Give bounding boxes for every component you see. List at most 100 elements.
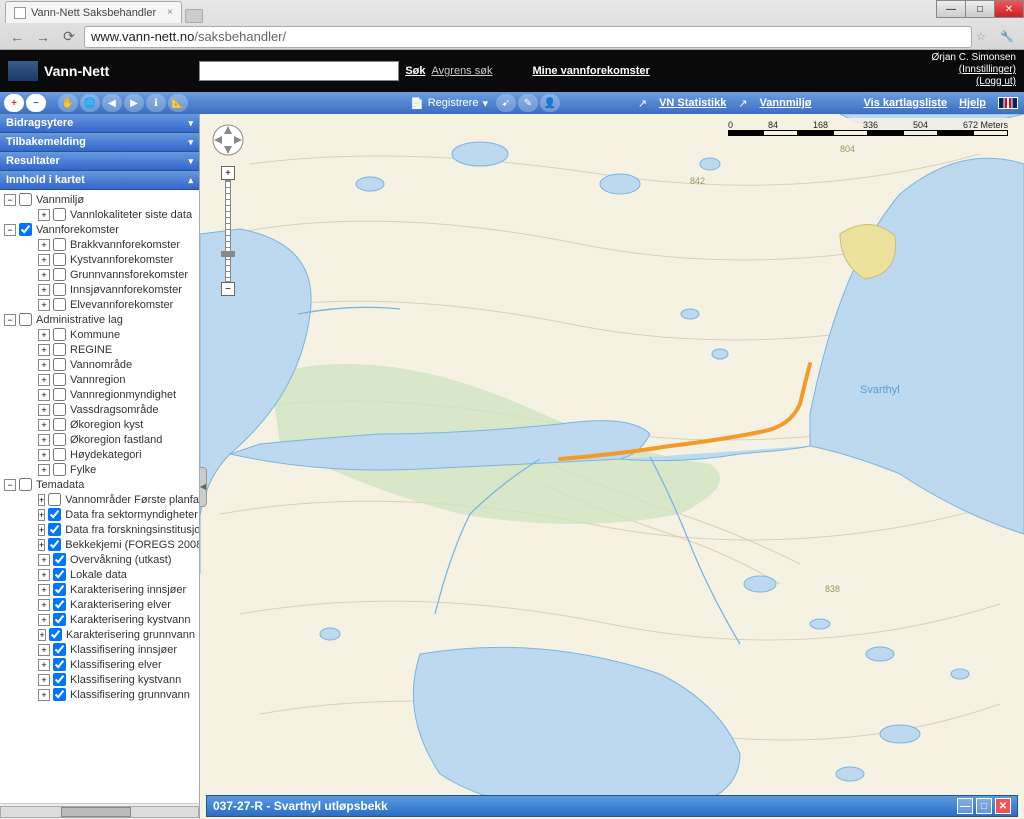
window-minimize[interactable]: —: [936, 0, 966, 18]
mine-vannforekomster-link[interactable]: Mine vannforekomster: [532, 65, 649, 77]
zoom-in-button[interactable]: +: [4, 94, 24, 112]
collapse-icon[interactable]: −: [4, 224, 16, 236]
accordion-resultater[interactable]: Resultater▾: [0, 152, 199, 171]
expand-icon[interactable]: +: [38, 269, 50, 281]
expand-icon[interactable]: +: [38, 689, 50, 701]
expand-icon[interactable]: +: [38, 239, 50, 251]
expand-icon[interactable]: +: [38, 449, 50, 461]
tree-item-vannlokaliteter[interactable]: +Vannlokaliteter siste data: [0, 207, 199, 222]
tree-item-admin[interactable]: −Administrative lag: [0, 312, 199, 327]
tree-item-kommune[interactable]: +Kommune: [0, 327, 199, 342]
layer-checkbox[interactable]: [53, 238, 66, 251]
tree-item-grunn[interactable]: +Grunnvannsforekomster: [0, 267, 199, 282]
expand-icon[interactable]: +: [38, 404, 50, 416]
tree-item-klass-grunnvann[interactable]: +Klassifisering grunnvann: [0, 687, 199, 702]
panel-close[interactable]: ✕: [995, 798, 1011, 814]
tree-item-data-sektor[interactable]: +Data fra sektormyndigheter: [0, 507, 199, 522]
layer-checkbox[interactable]: [53, 328, 66, 341]
layer-checkbox[interactable]: [53, 253, 66, 266]
layer-checkbox[interactable]: [19, 223, 32, 236]
expand-icon[interactable]: +: [38, 509, 45, 521]
new-tab-button[interactable]: [185, 9, 203, 23]
tree-item-lokale[interactable]: +Lokale data: [0, 567, 199, 582]
tree-item-klass-innsjoer[interactable]: +Klassifisering innsjøer: [0, 642, 199, 657]
layer-checkbox[interactable]: [53, 643, 66, 656]
tree-item-innsjo[interactable]: +Innsjøvannforekomster: [0, 282, 199, 297]
layer-checkbox[interactable]: [19, 478, 32, 491]
expand-icon[interactable]: +: [38, 524, 45, 536]
expand-icon[interactable]: +: [38, 344, 50, 356]
url-bar[interactable]: www.vann-nett.no/saksbehandler/: [84, 26, 972, 48]
settings-link[interactable]: (Innstillinger): [932, 64, 1016, 76]
layer-checkbox[interactable]: [53, 613, 66, 626]
layer-checkbox[interactable]: [53, 688, 66, 701]
vannmiljo-link[interactable]: Vannmiljø: [760, 97, 812, 109]
expand-icon[interactable]: +: [38, 434, 50, 446]
tree-item-klass-elver[interactable]: +Klassifisering elver: [0, 657, 199, 672]
expand-icon[interactable]: +: [38, 419, 50, 431]
layer-checkbox[interactable]: [53, 403, 66, 416]
accordion-innhold[interactable]: Innhold i kartet▴: [0, 171, 199, 190]
expand-icon[interactable]: +: [38, 464, 50, 476]
expand-icon[interactable]: +: [38, 569, 50, 581]
expand-icon[interactable]: +: [38, 359, 50, 371]
layer-checkbox[interactable]: [53, 283, 66, 296]
accordion-tilbakemelding[interactable]: Tilbakemelding▾: [0, 133, 199, 152]
expand-icon[interactable]: +: [38, 659, 50, 671]
expand-icon[interactable]: +: [38, 614, 50, 626]
expand-icon[interactable]: +: [38, 494, 45, 506]
pan-compass[interactable]: [212, 124, 244, 156]
add-user-button[interactable]: 👤: [540, 94, 560, 112]
search-button[interactable]: Søk: [405, 65, 425, 77]
bookmark-icon[interactable]: ☆: [976, 30, 992, 43]
expand-icon[interactable]: +: [38, 209, 50, 221]
settings-icon[interactable]: 🔧: [996, 26, 1018, 48]
collapse-icon[interactable]: −: [4, 194, 16, 206]
layer-checkbox[interactable]: [48, 538, 61, 551]
search-input[interactable]: [199, 61, 399, 81]
tree-item-elve[interactable]: +Elvevannforekomster: [0, 297, 199, 312]
layer-checkbox[interactable]: [19, 313, 32, 326]
zoom-slider[interactable]: + −: [222, 166, 234, 296]
tree-item-regine[interactable]: +REGINE: [0, 342, 199, 357]
expand-icon[interactable]: +: [38, 629, 46, 641]
tree-item-vannregion[interactable]: +Vannregion: [0, 372, 199, 387]
measure-button[interactable]: 📐: [168, 94, 188, 112]
expand-icon[interactable]: +: [38, 329, 50, 341]
layer-checkbox[interactable]: [53, 658, 66, 671]
zoom-thumb[interactable]: [221, 251, 235, 257]
tree-item-oko-kyst[interactable]: +Økoregion kyst: [0, 417, 199, 432]
globe-button[interactable]: 🌐: [80, 94, 100, 112]
layer-checkbox[interactable]: [53, 268, 66, 281]
layer-checkbox[interactable]: [53, 373, 66, 386]
expand-icon[interactable]: +: [38, 299, 50, 311]
tree-item-kar-innsjoer[interactable]: +Karakterisering innsjøer: [0, 582, 199, 597]
browser-tab[interactable]: Vann-Nett Saksbehandler ×: [5, 1, 182, 23]
layer-checkbox[interactable]: [48, 523, 61, 536]
vis-kartlagsliste-link[interactable]: Vis kartlagsliste: [864, 97, 948, 109]
hjelp-link[interactable]: Hjelp: [959, 97, 986, 109]
expand-icon[interactable]: +: [38, 389, 50, 401]
layer-checkbox[interactable]: [53, 673, 66, 686]
zoom-in-icon[interactable]: +: [221, 166, 235, 180]
layer-checkbox[interactable]: [53, 583, 66, 596]
tree-item-kyst[interactable]: +Kystvannforekomster: [0, 252, 199, 267]
tree-item-vannomrader-forste[interactable]: +Vannområder Første planfase: [0, 492, 199, 507]
expand-icon[interactable]: +: [38, 554, 50, 566]
panel-maximize[interactable]: □: [976, 798, 992, 814]
tab-close-icon[interactable]: ×: [167, 7, 173, 18]
expand-icon[interactable]: +: [38, 374, 50, 386]
tree-item-overvakning[interactable]: +Overvåkning (utkast): [0, 552, 199, 567]
pan-button[interactable]: ✋: [58, 94, 78, 112]
tree-item-kar-elver[interactable]: +Karakterisering elver: [0, 597, 199, 612]
layer-checkbox[interactable]: [53, 553, 66, 566]
layer-checkbox[interactable]: [53, 343, 66, 356]
layer-checkbox[interactable]: [53, 388, 66, 401]
tree-item-vannmiljo[interactable]: −Vannmiljø: [0, 192, 199, 207]
sidebar-collapse-handle[interactable]: ◀: [200, 467, 207, 507]
tree-item-brakk[interactable]: +Brakkvannforekomster: [0, 237, 199, 252]
layer-checkbox[interactable]: [53, 433, 66, 446]
next-extent-button[interactable]: ▶: [124, 94, 144, 112]
expand-icon[interactable]: +: [38, 584, 50, 596]
expand-icon[interactable]: +: [38, 284, 50, 296]
